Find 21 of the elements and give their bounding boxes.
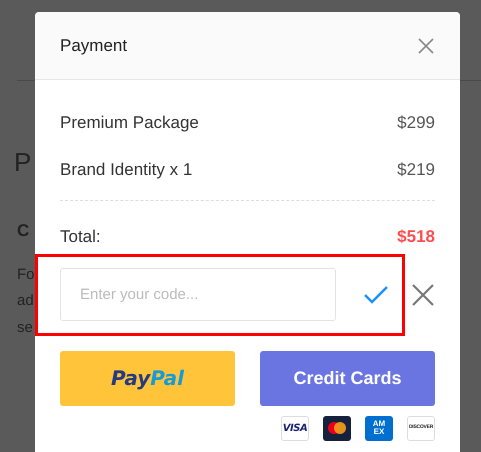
item-price: $219	[397, 158, 435, 180]
amex-card-icon: AM EX	[365, 416, 393, 440]
paypal-button[interactable]: PayPal	[60, 350, 235, 406]
item-name: Brand Identity x 1	[60, 158, 192, 180]
credit-cards-button[interactable]: Credit Cards	[260, 350, 435, 406]
coupon-input-field[interactable]: Enter your code...	[60, 268, 336, 321]
close-icon[interactable]	[418, 38, 434, 54]
close-icon[interactable]	[412, 284, 434, 306]
paragraph-text: ad	[17, 291, 34, 311]
item-name: Premium Package	[60, 112, 199, 134]
item-price: $299	[397, 112, 435, 134]
visa-card-icon: VISA	[281, 416, 309, 440]
mastercard-icon	[323, 416, 351, 440]
paragraph-text: Fo	[17, 264, 35, 284]
section-heading: P	[14, 146, 32, 179]
total-label: Total:	[60, 226, 101, 248]
paragraph-text: se	[17, 318, 33, 338]
card-title: C	[17, 220, 30, 242]
checkmark-icon[interactable]	[363, 284, 389, 304]
modal-title: Payment	[60, 34, 128, 57]
total-amount: $518	[397, 226, 435, 248]
